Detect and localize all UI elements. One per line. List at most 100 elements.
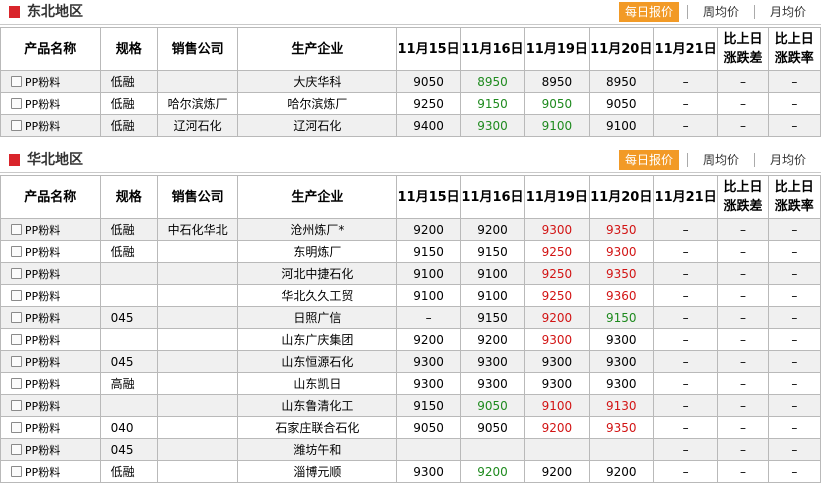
price-cell: 9300: [396, 372, 461, 395]
product-name: PP粉料: [25, 443, 61, 457]
tab-weekly-average[interactable]: 周均价: [696, 2, 746, 22]
price-cell: 9050: [459, 416, 526, 439]
tab-daily-quote[interactable]: 每日报价: [618, 2, 679, 22]
column-header: 比上日 涨跌率: [767, 175, 822, 219]
producer-cell: 辽河石化: [237, 114, 398, 137]
price-cell: –: [652, 416, 719, 439]
price-cell: –: [652, 284, 719, 307]
table-row: PP粉料 低融 中石化华北 沧州炼厂* 9200 9200 9300 9350– – –: [0, 218, 822, 241]
row-select-checkbox[interactable]: [11, 378, 22, 389]
row-select-checkbox[interactable]: [11, 400, 22, 411]
price-cell: –: [717, 262, 769, 285]
section-north-china: 华北地区 每日报价 周均价 月均价 产品名称 规格 销售公司 生产企业 11月15日 11月16日…: [0, 148, 823, 483]
seller-cell: [156, 70, 239, 93]
seller-cell: [156, 240, 239, 263]
seller-cell: [156, 416, 239, 439]
price-cell: –: [652, 92, 719, 115]
producer-cell: 大庆华科: [237, 70, 398, 93]
spec-cell: 045: [99, 438, 158, 461]
price-cell: –: [652, 350, 719, 373]
price-cell: 9050: [396, 70, 461, 93]
column-header-line: 比上日: [774, 32, 814, 47]
row-select-checkbox[interactable]: [11, 224, 22, 235]
tab-weekly-average[interactable]: 周均价: [696, 150, 746, 170]
price-cell: 9400: [396, 114, 461, 137]
price-cell: –: [767, 92, 822, 115]
seller-cell: [156, 328, 239, 351]
row-select-checkbox[interactable]: [11, 312, 22, 323]
column-header-line: 涨跌差: [723, 199, 763, 214]
price-cell: –: [652, 114, 719, 137]
price-cell: –: [767, 284, 822, 307]
table-row: PP粉料 045 潍坊午和 – – –: [0, 438, 822, 461]
row-select-checkbox[interactable]: [11, 444, 22, 455]
price-cell: –: [767, 262, 822, 285]
price-cell: –: [652, 394, 719, 417]
table-row: PP粉料 华北久久工贸 9100 9100 9250 9360– – –: [0, 284, 822, 307]
column-header: 产品名称: [0, 27, 101, 71]
row-select-checkbox[interactable]: [11, 76, 22, 87]
price-cell: 9300: [459, 350, 526, 373]
section-header: 华北地区 每日报价 周均价 月均价: [0, 148, 823, 173]
price-cell: 9300: [396, 460, 461, 483]
spec-cell: 040: [99, 416, 158, 439]
price-cell: 9300: [588, 328, 654, 351]
column-header: 11月15日: [396, 175, 461, 219]
spec-cell: 低融: [99, 70, 158, 93]
producer-cell: 哈尔滨炼厂: [237, 92, 398, 115]
row-select-checkbox[interactable]: [11, 120, 22, 131]
tab-monthly-average[interactable]: 月均价: [763, 2, 813, 22]
tab-monthly-average[interactable]: 月均价: [763, 150, 813, 170]
product-cell: PP粉料: [0, 240, 101, 263]
price-cell: –: [652, 240, 719, 263]
column-header-line: 涨跌率: [774, 51, 814, 66]
price-cell: –: [396, 306, 461, 329]
spec-cell: 低融: [99, 92, 158, 115]
price-cell: 9150: [459, 92, 526, 115]
seller-cell: [156, 438, 239, 461]
row-select-checkbox[interactable]: [11, 422, 22, 433]
row-select-checkbox[interactable]: [11, 246, 22, 257]
product-name: PP粉料: [25, 333, 61, 347]
price-cell: 9150: [396, 394, 461, 417]
tab-divider: [686, 153, 688, 167]
price-cell: 9200: [524, 306, 590, 329]
product-cell: PP粉料: [0, 92, 101, 115]
row-select-checkbox[interactable]: [11, 334, 22, 345]
price-cell: 9350: [588, 262, 654, 285]
product-cell: PP粉料: [0, 438, 101, 461]
seller-cell: [156, 372, 239, 395]
price-cell: 9150: [459, 306, 526, 329]
price-cell: [396, 438, 461, 461]
price-cell: 9150: [396, 240, 461, 263]
price-cell: –: [717, 328, 769, 351]
seller-cell: [156, 284, 239, 307]
seller-cell: 辽河石化: [156, 114, 239, 137]
column-header: 比上日 涨跌差: [717, 27, 769, 71]
price-cell: –: [717, 114, 769, 137]
row-select-checkbox[interactable]: [11, 356, 22, 367]
spec-cell: [99, 328, 158, 351]
product-cell: PP粉料: [0, 284, 101, 307]
row-select-checkbox[interactable]: [11, 290, 22, 301]
table-row: PP粉料 山东广庆集团 9200 9200 9300 9300– – –: [0, 328, 822, 351]
price-cell: 9200: [459, 218, 526, 241]
price-cell: –: [717, 350, 769, 373]
row-select-checkbox[interactable]: [11, 466, 22, 477]
table-row: PP粉料 河北中捷石化 9100 9100 9250 9350– – –: [0, 262, 822, 285]
column-header: 11月20日: [588, 175, 654, 219]
row-select-checkbox[interactable]: [11, 268, 22, 279]
price-cell: –: [717, 218, 769, 241]
price-cell: 9200: [459, 328, 526, 351]
price-cell: 9350: [588, 218, 654, 241]
column-header: 11月19日: [524, 27, 590, 71]
column-header: 生产企业: [237, 175, 398, 219]
table-row: PP粉料 山东鲁清化工 9150 9050 9100 9130– – –: [0, 394, 822, 417]
producer-cell: 石家庄联合石化: [237, 416, 398, 439]
product-cell: PP粉料: [0, 328, 101, 351]
price-cell: 9300: [524, 218, 590, 241]
spec-cell: [99, 284, 158, 307]
column-header: 销售公司: [156, 175, 239, 219]
row-select-checkbox[interactable]: [11, 98, 22, 109]
tab-daily-quote[interactable]: 每日报价: [618, 150, 679, 170]
